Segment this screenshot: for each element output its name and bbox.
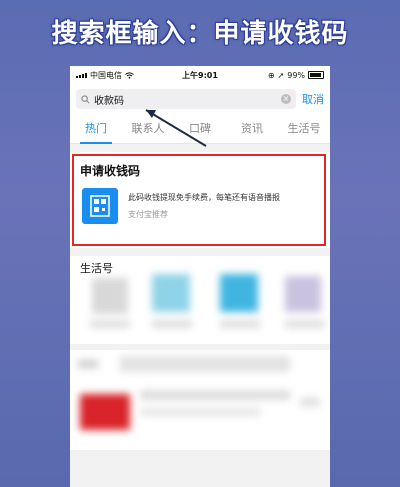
signal-icon <box>76 72 87 78</box>
result-tabs: 热门 联系人 口碑 资讯 生活号 <box>70 114 330 144</box>
search-query: 收款码 <box>94 95 124 107</box>
life-account-thumb-4[interactable] <box>285 276 321 312</box>
carrier-label: 中国电信 <box>90 70 122 80</box>
result-source: 支付宝推荐 <box>128 210 168 219</box>
cancel-button[interactable]: 取消 <box>302 91 324 107</box>
tab-koubei[interactable]: 口碑 <box>174 114 226 144</box>
battery-percent: 99% <box>287 70 306 80</box>
tab-contacts[interactable]: 联系人 <box>122 114 174 144</box>
battery-icon <box>308 71 325 79</box>
tab-news[interactable]: 资讯 <box>226 114 278 144</box>
apply-qr-result[interactable]: 申请收钱码 此码收钱提现免手续费，每笔还有语音播报 支付宝推荐 <box>70 152 330 248</box>
result-title: 申请收钱码 <box>80 164 141 178</box>
blurred-results-section <box>70 350 330 450</box>
life-account-thumb-1[interactable] <box>92 278 128 314</box>
result-description: 此码收钱提现免手续费，每笔还有语音播报 <box>128 193 280 202</box>
tab-hot[interactable]: 热门 <box>70 114 122 144</box>
search-input[interactable]: 收款码 × <box>76 89 296 109</box>
search-icon <box>81 94 90 103</box>
status-bar: 中国电信 上午9:01 ⊕ ➚ 99% <box>70 66 330 84</box>
location-icon: ➚ <box>277 70 285 80</box>
phone-screen: 中国电信 上午9:01 ⊕ ➚ 99% 收款码 × 取消 热门 联系人 口碑 资… <box>70 66 330 487</box>
wifi-icon <box>125 71 134 79</box>
instruction-banner: 搜索框输入：申请收钱码 <box>51 18 349 49</box>
clock: 上午9:01 <box>182 70 218 80</box>
life-section-heading: 生活号 <box>80 262 113 275</box>
tab-life[interactable]: 生活号 <box>278 114 330 144</box>
search-row: 收款码 × 取消 <box>70 84 330 114</box>
life-account-thumb-3[interactable] <box>220 274 258 312</box>
lock-rotation-icon: ⊕ <box>267 70 275 80</box>
life-account-thumb-2[interactable] <box>152 274 190 312</box>
qr-code-icon <box>82 188 118 224</box>
life-accounts-section: 生活号 <box>70 256 330 344</box>
clear-icon[interactable]: × <box>281 94 291 104</box>
blurred-thumbnail[interactable] <box>80 394 130 430</box>
